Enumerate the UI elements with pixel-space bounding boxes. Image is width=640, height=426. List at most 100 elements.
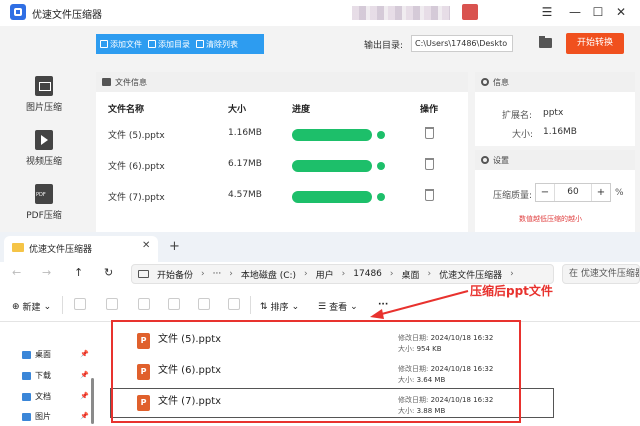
nav-item-documents[interactable]: 文档 bbox=[22, 391, 51, 402]
tab-close-icon[interactable]: ✕ bbox=[142, 240, 150, 251]
view-button[interactable]: ☰ 查看 ⌄ bbox=[318, 300, 358, 314]
sidebar-item-image[interactable]: 图片压缩 bbox=[14, 76, 74, 113]
check-icon bbox=[377, 131, 385, 139]
add-file-icon bbox=[100, 40, 108, 48]
file-size: 1.16MB bbox=[228, 128, 262, 138]
breadcrumb-item[interactable]: ··· bbox=[213, 269, 222, 279]
view-label: 查看 bbox=[329, 303, 348, 313]
file-size: 6.17MB bbox=[228, 159, 262, 169]
refresh-icon[interactable]: ↻ bbox=[104, 266, 113, 279]
col-name: 文件名称 bbox=[108, 105, 145, 115]
sidebar-item-label: 图片压缩 bbox=[25, 103, 62, 113]
nav-item-label: 文档 bbox=[35, 392, 51, 401]
address-bar[interactable]: 开始备份 › ··· › 本地磁盘 (C:) › 用户 › 17486 › 桌面… bbox=[131, 264, 554, 284]
breadcrumb-item[interactable]: 桌面 bbox=[402, 268, 420, 281]
output-path-field[interactable]: C:\Users\17486\Deskto bbox=[411, 35, 513, 52]
chevron-down-icon: ⌄ bbox=[350, 301, 358, 312]
increment-button[interactable]: + bbox=[592, 187, 610, 198]
check-icon bbox=[377, 162, 385, 170]
avatar[interactable] bbox=[462, 4, 478, 20]
quality-stepper[interactable]: − 60 + bbox=[535, 183, 611, 202]
up-icon[interactable]: ↑ bbox=[74, 266, 83, 279]
pc-icon bbox=[138, 270, 149, 278]
search-input[interactable]: 在 优速文件压缩器 bbox=[562, 264, 640, 284]
info-icon bbox=[481, 78, 489, 86]
add-dir-button[interactable]: 添加目录 bbox=[148, 39, 190, 50]
sidebar-item-pdf[interactable]: PDF压缩 bbox=[14, 184, 74, 221]
back-icon[interactable]: ← bbox=[12, 266, 21, 279]
decrement-button[interactable]: − bbox=[536, 187, 554, 198]
new-tab-button[interactable]: + bbox=[169, 239, 180, 254]
pin-icon: 📌 bbox=[80, 350, 89, 358]
new-label: 新建 bbox=[22, 303, 41, 313]
sidebar-item-label: PDF压缩 bbox=[26, 211, 62, 221]
new-button[interactable]: ⊕ 新建 ⌄ bbox=[12, 300, 51, 314]
gear-icon bbox=[481, 156, 489, 164]
folder-icon[interactable] bbox=[539, 36, 552, 48]
pin-icon: 📌 bbox=[80, 392, 89, 400]
paste-icon[interactable] bbox=[138, 298, 150, 310]
trash-icon[interactable] bbox=[425, 189, 434, 201]
col-action: 操作 bbox=[420, 105, 439, 115]
cut-icon[interactable] bbox=[74, 298, 86, 310]
add-file-label: 添加文件 bbox=[110, 39, 142, 49]
scrollbar[interactable] bbox=[91, 378, 94, 424]
breadcrumb-item[interactable]: 开始备份 bbox=[157, 268, 193, 281]
table-row[interactable]: 文件 (6).pptx 6.17MB bbox=[96, 151, 468, 181]
sort-icon: ⇅ bbox=[260, 301, 268, 312]
arrow-icon bbox=[370, 290, 469, 319]
nav-item-pictures[interactable]: 图片 bbox=[22, 411, 51, 422]
menu-icon[interactable]: ☰ bbox=[538, 3, 556, 21]
chevron-right-icon: › bbox=[201, 269, 205, 279]
title-bar: 优速文件压缩器 ☰ — ☐ ✕ bbox=[0, 0, 640, 26]
forward-icon[interactable]: → bbox=[42, 266, 51, 279]
start-convert-button[interactable]: 开始转换 bbox=[566, 33, 624, 54]
copy-icon[interactable] bbox=[106, 298, 118, 310]
table-row[interactable]: 文件 (5).pptx 1.16MB bbox=[96, 120, 468, 150]
app-logo-icon bbox=[10, 4, 26, 20]
video-icon bbox=[35, 130, 53, 150]
clear-list-label: 清除列表 bbox=[206, 39, 238, 49]
compressor-app: 优速文件压缩器 ☰ — ☐ ✕ 添加文件 添加目录 清除列表 输出目录: C:\… bbox=[0, 0, 640, 232]
rename-icon[interactable] bbox=[168, 298, 180, 310]
clear-list-button[interactable]: 清除列表 bbox=[196, 39, 238, 50]
breadcrumb-item[interactable]: 本地磁盘 (C:) bbox=[241, 268, 296, 281]
nav-item-label: 图片 bbox=[35, 412, 51, 421]
add-file-button[interactable]: 添加文件 bbox=[100, 39, 142, 50]
size-value: 1.16MB bbox=[543, 127, 577, 137]
check-icon bbox=[377, 193, 385, 201]
nav-item-desktop[interactable]: 桌面 bbox=[22, 349, 51, 360]
quality-hint: 数值越低压缩的越小 bbox=[519, 215, 582, 223]
pin-icon: 📌 bbox=[80, 412, 89, 420]
chevron-right-icon: › bbox=[304, 269, 308, 279]
progress-bar bbox=[292, 191, 372, 203]
file-name: 文件 (7).pptx bbox=[108, 193, 165, 203]
table-row[interactable]: 文件 (7).pptx 4.57MB bbox=[96, 182, 468, 212]
output-dir-label: 输出目录: bbox=[364, 41, 404, 51]
minimize-button[interactable]: — bbox=[566, 3, 584, 21]
tab-title: 优速文件压缩器 bbox=[29, 245, 93, 255]
plus-icon: ⊕ bbox=[12, 301, 20, 312]
nav-item-downloads[interactable]: 下载 bbox=[22, 370, 51, 381]
view-icon: ☰ bbox=[318, 301, 327, 312]
close-button[interactable]: ✕ bbox=[612, 3, 630, 21]
sort-label: 排序 bbox=[270, 303, 289, 313]
maximize-button[interactable]: ☐ bbox=[589, 3, 607, 21]
trash-icon bbox=[196, 40, 204, 48]
trash-icon[interactable] bbox=[425, 158, 434, 170]
sort-button[interactable]: ⇅ 排序 ⌄ bbox=[260, 300, 299, 314]
annotation-callout: 压缩后ppt文件 bbox=[470, 284, 553, 298]
delete-icon[interactable] bbox=[228, 298, 240, 310]
progress-bar bbox=[292, 129, 372, 141]
sidebar-item-video[interactable]: 视频压缩 bbox=[14, 130, 74, 167]
trash-icon[interactable] bbox=[425, 127, 434, 139]
percent-unit: % bbox=[615, 188, 624, 198]
file-info-panel: 文件信息 文件名称 大小 进度 操作 文件 (5).pptx 1.16MB 文件… bbox=[96, 72, 468, 232]
breadcrumb-item[interactable]: 17486 bbox=[353, 269, 382, 279]
breadcrumb-item[interactable]: 用户 bbox=[316, 268, 334, 281]
quality-value[interactable]: 60 bbox=[554, 184, 592, 201]
panel-header: 文件信息 bbox=[96, 72, 468, 92]
share-icon[interactable] bbox=[198, 298, 210, 310]
breadcrumb-item[interactable]: 优速文件压缩器 bbox=[439, 268, 502, 281]
col-size: 大小 bbox=[228, 105, 247, 115]
